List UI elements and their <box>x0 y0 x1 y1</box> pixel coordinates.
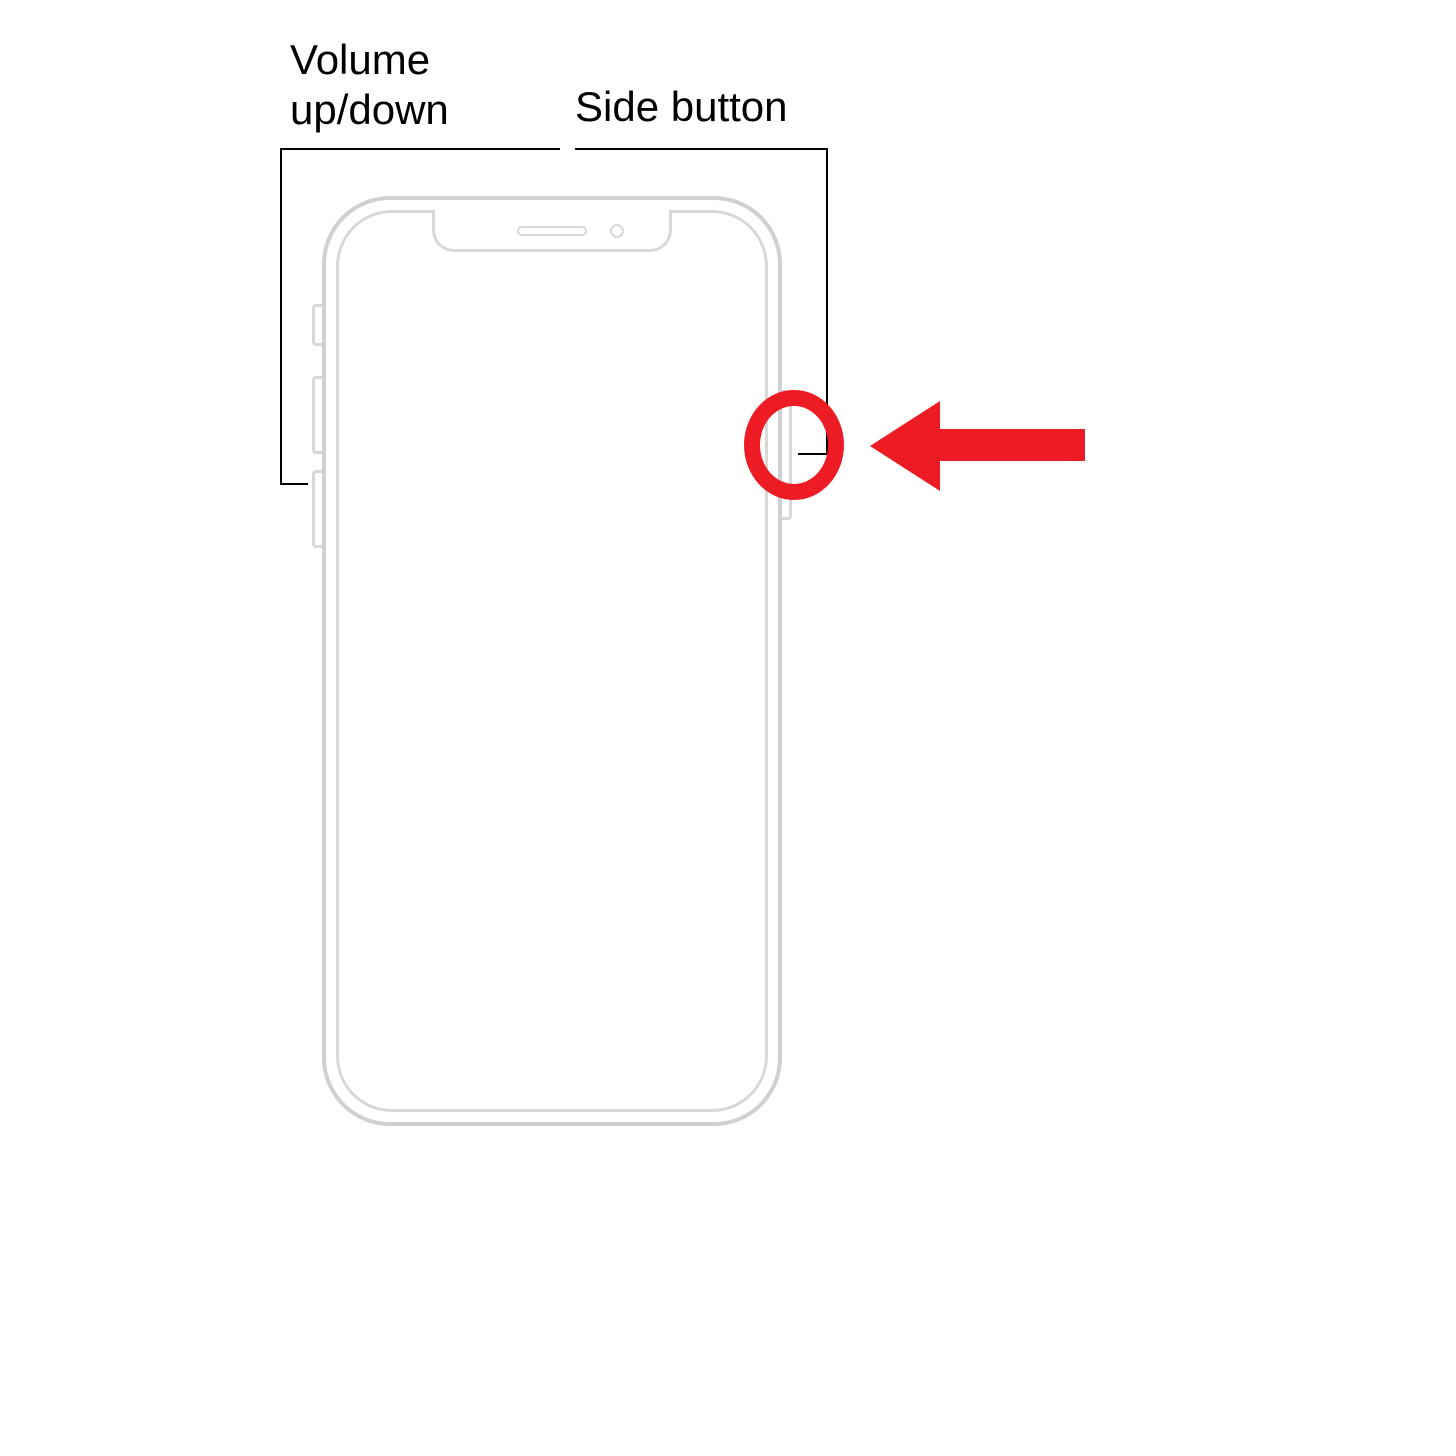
phone-outline <box>322 196 782 1126</box>
speaker-icon <box>517 226 587 236</box>
volume-up-button-icon <box>312 376 322 454</box>
volume-down-button-icon <box>312 470 322 548</box>
phone-notch <box>432 210 672 252</box>
callout-line <box>280 483 308 485</box>
diagram-container: Volume up/down Side button <box>0 0 1456 1456</box>
mute-switch-icon <box>312 304 322 346</box>
label-side: Side button <box>575 82 835 132</box>
label-volume: Volume up/down <box>290 35 510 136</box>
phone-screen-bezel <box>336 210 768 1112</box>
camera-icon <box>610 224 624 238</box>
callout-line <box>575 148 828 150</box>
callout-line <box>280 150 282 485</box>
callout-line <box>280 148 560 150</box>
arrow-shaft-icon <box>925 429 1085 461</box>
highlight-circle-icon <box>744 390 844 500</box>
